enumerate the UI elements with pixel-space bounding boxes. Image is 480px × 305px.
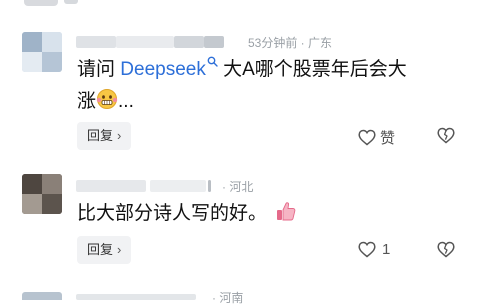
chevron-right-icon: › <box>117 242 122 257</box>
like-label: 赞 <box>380 130 396 147</box>
comment-item: · 河南 <box>0 288 480 304</box>
broken-heart-icon <box>437 127 455 144</box>
avatar[interactable] <box>22 32 62 72</box>
nickname-blur <box>64 0 78 4</box>
like-button[interactable]: 赞 <box>358 127 395 148</box>
comment-meta: · 河南 <box>212 291 244 305</box>
dislike-button[interactable] <box>437 127 455 149</box>
search-icon <box>207 56 218 67</box>
avatar[interactable] <box>22 292 62 300</box>
reply-button[interactable]: 回复 › <box>77 122 132 150</box>
comment-text-line2: 涨... <box>77 86 134 120</box>
broken-heart-icon <box>437 241 455 258</box>
comment-meta: 53分钟前 · 广东 <box>248 36 333 50</box>
chevron-right-icon: › <box>117 128 122 143</box>
previous-comment-edge <box>0 0 480 8</box>
thumbs-up-emoji-icon <box>275 200 297 232</box>
comment-meta: · 河北 <box>222 180 254 194</box>
keyword-link-text: Deepseek <box>120 59 206 80</box>
reply-label: 回复 <box>87 242 114 257</box>
comment-text-line2-start: 涨 <box>77 91 97 112</box>
comment-text: 比大部分诗人写的好。 <box>77 198 297 232</box>
comment-text: 请问 Deepseek 大A哪个股票年后会大 <box>77 54 407 85</box>
dislike-button[interactable] <box>437 241 455 263</box>
reply-button[interactable]: 回复 › <box>77 236 132 264</box>
like-button[interactable]: 1 <box>358 241 390 258</box>
reply-label: 回复 <box>87 128 114 143</box>
comment-text-suffix: 大A哪个股票年后会大 <box>217 59 407 80</box>
like-count: 1 <box>382 241 391 258</box>
comment-text-prefix: 请问 <box>77 59 121 80</box>
heart-icon <box>358 129 376 146</box>
heart-icon <box>358 241 376 258</box>
avatar-blur <box>24 0 58 6</box>
comment-text-body: 比大部分诗人写的好。 <box>77 203 268 224</box>
keyword-link[interactable]: Deepseek <box>120 56 218 80</box>
avatar[interactable] <box>22 174 62 214</box>
grimace-emoji-icon <box>96 88 118 120</box>
comment-text-ellipsis: ... <box>118 91 134 112</box>
nickname[interactable] <box>76 294 196 300</box>
